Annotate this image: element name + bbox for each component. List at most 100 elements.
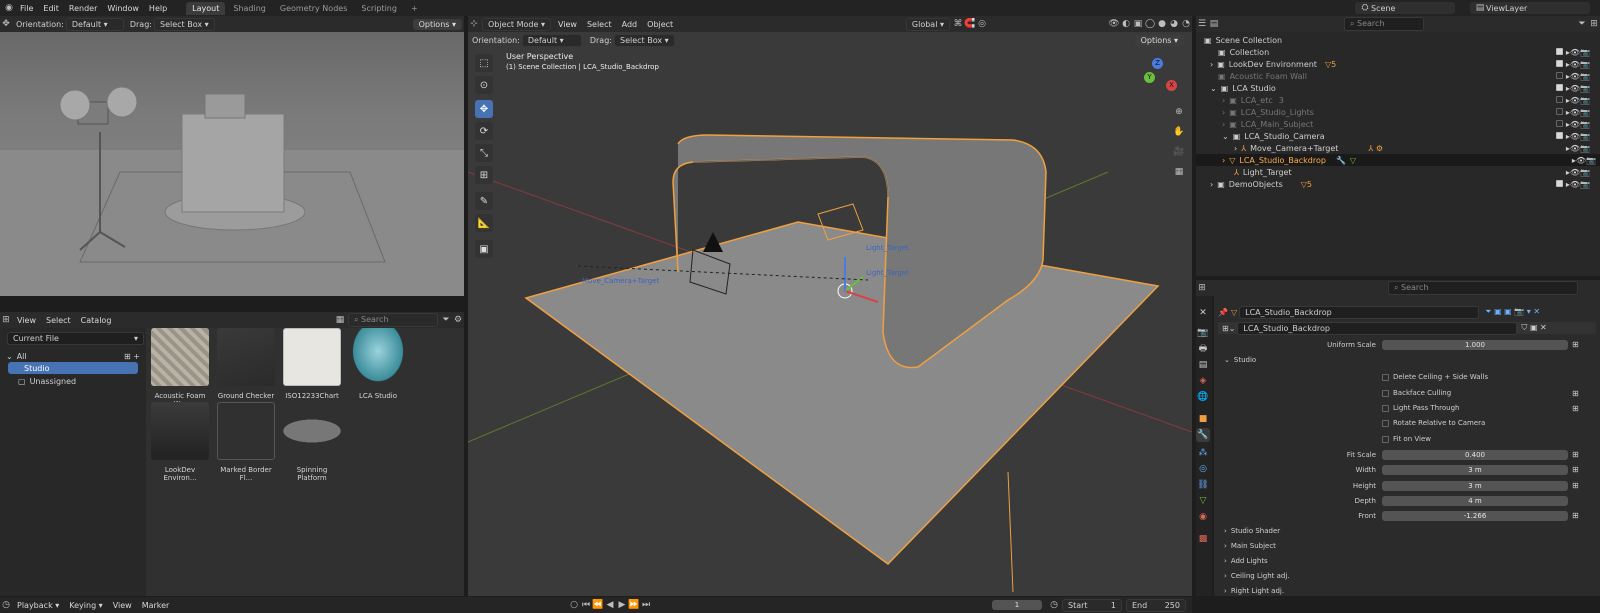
outliner-row[interactable]: › ▣ DemoObjects ▽5 ▸👁📷 bbox=[1210, 178, 1594, 190]
navigation-gizmo[interactable]: Z X Y bbox=[1136, 58, 1180, 102]
collapse-arrow-icon[interactable]: ⌄ bbox=[1229, 324, 1236, 333]
expand-arrow-icon[interactable]: › bbox=[1210, 180, 1213, 189]
expand-arrow-icon[interactable]: › bbox=[1222, 120, 1225, 129]
camera-view-icon[interactable]: 🎥 bbox=[1173, 146, 1185, 158]
row-toggles[interactable]: ▸👁📷 bbox=[1555, 71, 1590, 81]
catalog-unassigned[interactable]: ▢ Unassigned bbox=[18, 375, 76, 387]
rotate-relative-checkbox[interactable]: Rotate Relative to Camera bbox=[1382, 419, 1485, 427]
outliner-row[interactable]: ⌄ ▣ LCA_Studio_Camera ▸👁📷 bbox=[1222, 130, 1594, 142]
row-toggles[interactable]: ▸👁📷 bbox=[1555, 59, 1590, 69]
expand-arrow-icon[interactable]: › bbox=[1234, 144, 1237, 153]
studio-shader-section[interactable]: › Studio Shader bbox=[1224, 527, 1280, 535]
collapse-arrow-icon[interactable]: ⌄ bbox=[1222, 132, 1229, 141]
asset-iso-chart[interactable]: ISO12233Chart bbox=[282, 328, 342, 400]
outliner-row[interactable]: ▣ Acoustic Foam Wall ▸👁📷 bbox=[1218, 70, 1594, 82]
timeline-view-menu[interactable]: View bbox=[108, 601, 137, 610]
row-toggles[interactable]: ▸👁📷 bbox=[1555, 83, 1590, 93]
asset-marked-border[interactable]: Marked Border Fl... bbox=[216, 402, 276, 482]
proportional-icon[interactable]: ◎ bbox=[976, 18, 988, 30]
outliner-row[interactable]: › ▣ LookDev Environment ▽5 ▸👁📷 bbox=[1210, 58, 1594, 70]
add-cube-tool[interactable]: ▣ bbox=[475, 240, 493, 258]
shading-wireframe-icon[interactable]: ◯ bbox=[1144, 18, 1156, 30]
options-button[interactable]: Options ▾ bbox=[1134, 34, 1184, 46]
record-icon[interactable]: ○ bbox=[568, 599, 580, 611]
left-drag-dropdown[interactable]: Select Box ▾ bbox=[153, 17, 215, 31]
asset-menu-select[interactable]: Select bbox=[41, 316, 76, 325]
tool-tab-icon[interactable]: ✕ bbox=[1196, 306, 1210, 320]
play-reverse-icon[interactable]: ◀ bbox=[604, 599, 616, 611]
pivot-icon[interactable]: ⌘ bbox=[952, 18, 964, 30]
collapse-arrow-icon[interactable]: ⌄ bbox=[1210, 84, 1217, 93]
play-icon[interactable]: ▶ bbox=[616, 599, 628, 611]
display-mode-icon[interactable]: ▤ bbox=[1208, 18, 1220, 30]
timeline-editor-icon[interactable]: ◷ bbox=[0, 599, 12, 611]
keyframe-icon[interactable]: ⊞ bbox=[1572, 389, 1579, 398]
expand-arrow-icon[interactable]: › bbox=[1222, 108, 1225, 117]
keyframe-icon[interactable]: ⊞ bbox=[1572, 340, 1579, 349]
measure-tool[interactable]: 📐 bbox=[475, 214, 493, 232]
render-tab-icon[interactable]: 📷 bbox=[1196, 326, 1210, 340]
expand-arrow-icon[interactable]: › bbox=[1210, 60, 1213, 69]
asset-spinning-platform[interactable]: Spinning Platform bbox=[282, 402, 342, 482]
editor-type-icon[interactable]: ⊹ bbox=[468, 18, 480, 30]
view-layer-selector[interactable]: ▤ ViewLayer bbox=[1470, 2, 1590, 14]
output-tab-icon[interactable]: 🖶 bbox=[1196, 342, 1210, 356]
viewport-menu-select[interactable]: Select bbox=[582, 20, 617, 29]
outliner-row[interactable]: › ▣ LCA_Studio_Lights ▸👁📷 bbox=[1222, 106, 1594, 118]
texture-tab-icon[interactable]: ▩ bbox=[1196, 532, 1210, 546]
outliner-row[interactable]: › ▣ LCA_Main_Subject ▸👁📷 bbox=[1222, 118, 1594, 130]
cursor-tool[interactable]: ⊙ bbox=[475, 76, 493, 94]
row-toggles[interactable]: ▸👁📷 bbox=[1566, 144, 1590, 153]
start-frame-field[interactable]: Start 1 bbox=[1062, 598, 1122, 612]
ortho-grid-icon[interactable]: ▦ bbox=[1173, 166, 1185, 178]
modifier-tab-icon[interactable]: 🔧 bbox=[1196, 428, 1210, 442]
transform-orientation-dropdown[interactable]: Global ▾ bbox=[905, 17, 950, 31]
menu-window[interactable]: Window bbox=[102, 4, 144, 13]
prev-keyframe-icon[interactable]: ⏪ bbox=[592, 599, 604, 611]
light-pass-checkbox[interactable]: Light Pass Through bbox=[1382, 404, 1459, 412]
overlays-icon[interactable]: ◐ bbox=[1120, 18, 1132, 30]
row-toggles[interactable]: ▸👁📷 bbox=[1555, 107, 1590, 117]
viewport-menu-add[interactable]: Add bbox=[617, 20, 643, 29]
new-collection-icon[interactable]: ⊞ bbox=[1588, 18, 1600, 30]
shading-rendered-icon[interactable]: ◔ bbox=[1180, 18, 1192, 30]
scene-tab-icon[interactable]: ◈ bbox=[1196, 374, 1210, 388]
constraints-tab-icon[interactable]: ⛓ bbox=[1196, 478, 1210, 492]
row-toggles[interactable]: ▸👁📷 bbox=[1555, 131, 1590, 141]
menu-render[interactable]: Render bbox=[64, 4, 102, 13]
gizmo-y-ball[interactable]: Y bbox=[1144, 72, 1155, 83]
modifier-name-field[interactable]: LCA_Studio_Backdrop bbox=[1237, 321, 1518, 335]
filter-icon[interactable]: ⏷ bbox=[440, 314, 452, 326]
filter-icon[interactable]: ⏷ bbox=[1576, 18, 1588, 30]
asset-lca-studio[interactable]: LCA Studio bbox=[348, 328, 408, 400]
keyframe-icon[interactable]: ⊞ bbox=[1572, 511, 1579, 520]
pin-icon[interactable]: 📌 bbox=[1218, 308, 1228, 317]
render-preview-viewport[interactable] bbox=[0, 32, 464, 296]
fit-scale-field[interactable]: 0.400 bbox=[1382, 450, 1568, 460]
zoom-icon[interactable]: ⊕ bbox=[1173, 106, 1185, 118]
ceiling-light-section[interactable]: › Ceiling Light adj. bbox=[1224, 572, 1290, 580]
transform-tool[interactable]: ⊞ bbox=[475, 166, 493, 184]
blender-logo-icon[interactable]: ◉ bbox=[3, 2, 15, 14]
material-tab-icon[interactable]: ◉ bbox=[1196, 510, 1210, 524]
row-toggles[interactable]: ▸👁📷 bbox=[1555, 47, 1590, 57]
keyframe-icon[interactable]: ⊞ bbox=[1572, 465, 1579, 474]
physics-tab-icon[interactable]: ◎ bbox=[1196, 462, 1210, 476]
backface-culling-checkbox[interactable]: Backface Culling bbox=[1382, 389, 1451, 397]
jump-end-icon[interactable]: ⏭ bbox=[640, 599, 652, 611]
clock-icon[interactable]: ◷ bbox=[1048, 599, 1060, 611]
asset-lookdev-environment[interactable]: LookDev Environ... bbox=[150, 402, 210, 482]
outliner-row[interactable]: ⅄ Light_Target ▸👁📷 bbox=[1234, 166, 1594, 178]
tab-shading[interactable]: Shading bbox=[227, 2, 272, 15]
orientation-dropdown[interactable]: Default ▾ bbox=[521, 33, 582, 47]
asset-menu-view[interactable]: View bbox=[12, 316, 41, 325]
modifier-actions-icons[interactable]: ⛉ ▣ ✕ bbox=[1521, 323, 1546, 333]
view-layer-tab-icon[interactable]: ▤ bbox=[1196, 358, 1210, 372]
properties-editor-icon[interactable]: ⊞ bbox=[1196, 282, 1208, 294]
particles-tab-icon[interactable]: ⁂ bbox=[1196, 446, 1210, 460]
rotate-tool[interactable]: ⟳ bbox=[475, 122, 493, 140]
display-mode-icon[interactable]: ▦ bbox=[334, 314, 346, 326]
object-mode-dropdown[interactable]: Object Mode ▾ bbox=[482, 17, 551, 31]
jump-start-icon[interactable]: ⏮ bbox=[580, 599, 592, 611]
catalog-all[interactable]: ⌄ All ⊞ + bbox=[6, 350, 140, 362]
